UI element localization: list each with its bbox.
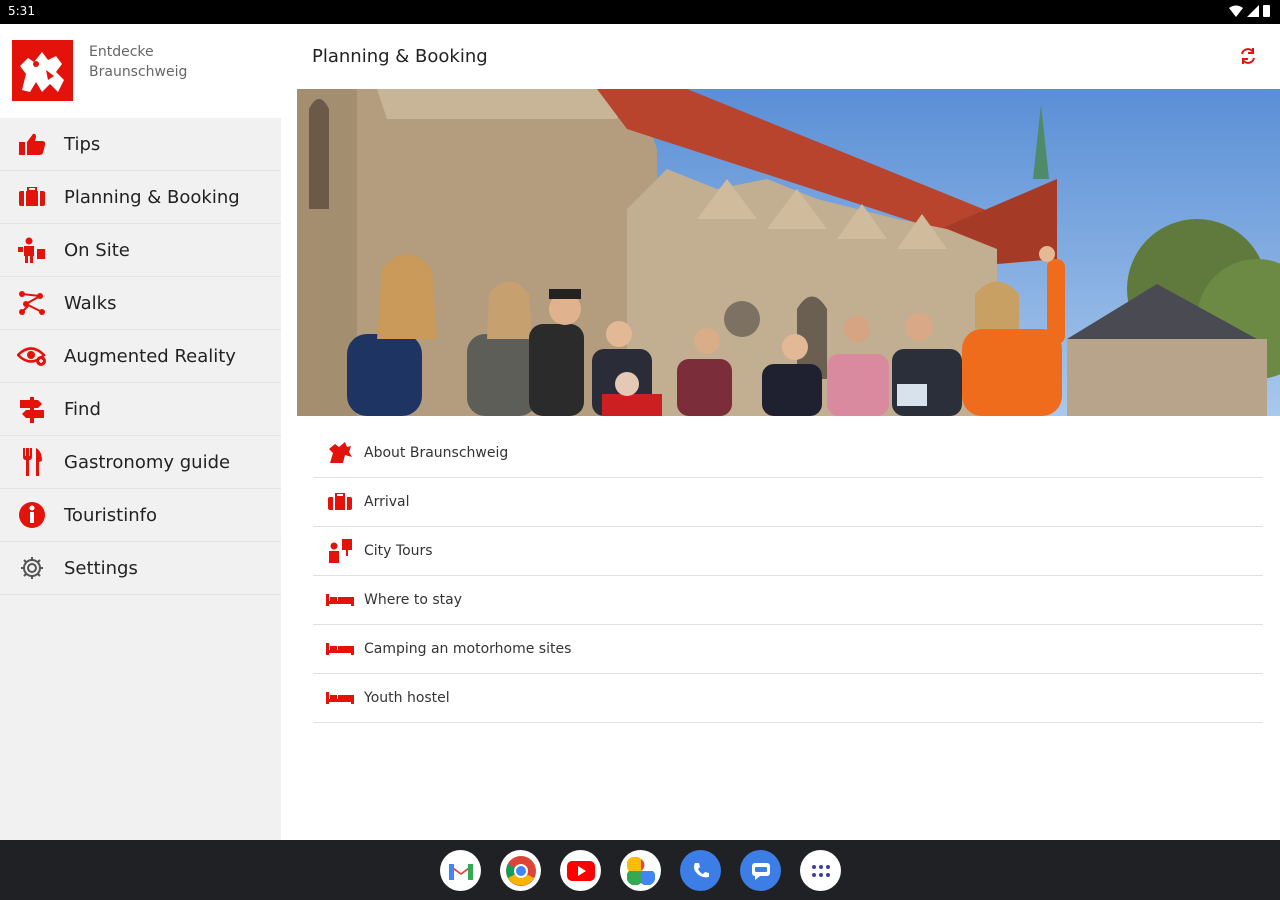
lion-logo-icon xyxy=(12,40,73,101)
wifi-icon xyxy=(1229,5,1243,17)
taskbar xyxy=(0,840,1280,900)
nav-item-find[interactable]: Find xyxy=(0,383,281,436)
gmail-icon[interactable] xyxy=(440,850,481,891)
hero-image-cathedral-tour-group xyxy=(297,89,1280,416)
nav-item-touristinfo[interactable]: Touristinfo xyxy=(0,489,281,542)
system-icons xyxy=(1229,5,1270,17)
suitcase-icon xyxy=(17,182,47,212)
list-item-camping-motorhome[interactable]: Camping an motorhome sites xyxy=(313,625,1263,674)
nav-item-label: On Site xyxy=(64,239,130,261)
photos-icon[interactable] xyxy=(620,850,661,891)
top-app-bar: Planning & Booking xyxy=(281,24,1280,89)
info-icon xyxy=(17,500,47,530)
list-item-youth-hostel[interactable]: Youth hostel xyxy=(313,674,1263,723)
gear-icon xyxy=(17,553,47,583)
list-item-label: About Braunschweig xyxy=(364,445,509,461)
refresh-icon[interactable] xyxy=(1238,46,1258,66)
bed-icon xyxy=(325,636,355,662)
nav-item-label: Walks xyxy=(64,292,117,314)
list-item-label: Arrival xyxy=(364,494,410,510)
planning-list: About Braunschweig Arrival City Tours Wh… xyxy=(313,429,1263,723)
signal-icon xyxy=(1247,5,1259,17)
route-icon xyxy=(17,288,47,318)
list-item-city-tours[interactable]: City Tours xyxy=(313,527,1263,576)
nav-item-label: Touristinfo xyxy=(64,504,157,526)
main-content: Planning & Booking About Braunschweig Ar… xyxy=(281,24,1280,840)
status-bar: 5:31 xyxy=(0,0,1280,24)
status-time: 5:31 xyxy=(8,4,35,18)
nav-item-on-site[interactable]: On Site xyxy=(0,224,281,277)
bed-icon xyxy=(325,685,355,711)
taskbar-apps xyxy=(440,850,841,891)
nav-item-planning-booking[interactable]: Planning & Booking xyxy=(0,171,281,224)
nav-item-augmented-reality[interactable]: Augmented Reality xyxy=(0,330,281,383)
nav-item-label: Find xyxy=(64,398,101,420)
list-item-about-braunschweig[interactable]: About Braunschweig xyxy=(313,429,1263,478)
navigation-drawer: Entdecke Braunschweig Tips Planning & Bo… xyxy=(0,24,281,840)
list-item-where-to-stay[interactable]: Where to stay xyxy=(313,576,1263,625)
suitcase-icon xyxy=(325,489,355,515)
guide-icon xyxy=(325,538,355,564)
page-title: Planning & Booking xyxy=(312,46,488,67)
chrome-icon[interactable] xyxy=(500,850,541,891)
bed-icon xyxy=(325,587,355,613)
nav-item-settings[interactable]: Settings xyxy=(0,542,281,595)
lion-icon xyxy=(325,440,355,466)
list-item-label: Camping an motorhome sites xyxy=(364,641,572,657)
app-drawer-icon[interactable] xyxy=(800,850,841,891)
signpost-icon xyxy=(17,394,47,424)
nav-item-tips[interactable]: Tips xyxy=(0,118,281,171)
messages-icon[interactable] xyxy=(740,850,781,891)
list-item-label: City Tours xyxy=(364,543,433,559)
youtube-icon[interactable] xyxy=(560,850,601,891)
nav-item-label: Settings xyxy=(64,557,138,579)
list-item-label: Where to stay xyxy=(364,592,462,608)
nav-item-label: Gastronomy guide xyxy=(64,451,231,473)
nav-item-label: Planning & Booking xyxy=(64,186,240,208)
nav-item-label: Augmented Reality xyxy=(64,345,236,367)
nav-item-walks[interactable]: Walks xyxy=(0,277,281,330)
cutlery-icon xyxy=(17,447,47,477)
nav-item-gastronomy-guide[interactable]: Gastronomy guide xyxy=(0,436,281,489)
drawer-header: Entdecke Braunschweig xyxy=(0,24,281,118)
battery-icon xyxy=(1263,5,1270,17)
phone-icon[interactable] xyxy=(680,850,721,891)
ar-eye-icon xyxy=(17,341,47,371)
list-item-label: Youth hostel xyxy=(364,690,450,706)
person-info-icon xyxy=(17,235,47,265)
app-title: Entdecke Braunschweig xyxy=(89,44,188,80)
thumbs-up-icon xyxy=(17,129,47,159)
list-item-arrival[interactable]: Arrival xyxy=(313,478,1263,527)
nav-item-label: Tips xyxy=(64,133,101,155)
